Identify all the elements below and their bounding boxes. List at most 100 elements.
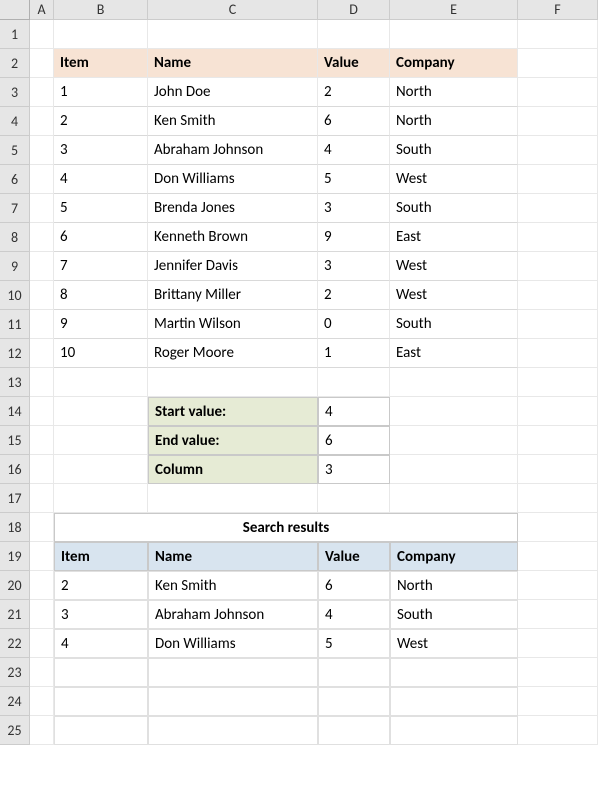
- table1-cell[interactable]: South: [390, 194, 518, 223]
- cell[interactable]: [390, 397, 518, 426]
- cell[interactable]: [518, 165, 598, 194]
- results-cell[interactable]: West: [390, 629, 518, 658]
- table1-cell[interactable]: North: [390, 107, 518, 136]
- row-header-10[interactable]: 10: [0, 281, 30, 310]
- cell[interactable]: [30, 687, 54, 716]
- cell[interactable]: [318, 368, 390, 397]
- cell[interactable]: [518, 368, 598, 397]
- table1-cell[interactable]: 9: [54, 310, 148, 339]
- table1-cell[interactable]: 3: [318, 194, 390, 223]
- results-cell[interactable]: Abraham Johnson: [148, 600, 318, 629]
- table1-cell[interactable]: Abraham Johnson: [148, 136, 318, 165]
- cell[interactable]: [518, 716, 598, 745]
- col-header-F[interactable]: F: [518, 0, 598, 20]
- row-header-4[interactable]: 4: [0, 107, 30, 136]
- results-cell[interactable]: 5: [318, 629, 390, 658]
- results-cell[interactable]: North: [390, 571, 518, 600]
- table1-cell[interactable]: Don Williams: [148, 165, 318, 194]
- cell[interactable]: [54, 455, 148, 484]
- col-header-C[interactable]: C: [148, 0, 318, 20]
- table1-cell[interactable]: 9: [318, 223, 390, 252]
- cell[interactable]: [30, 49, 54, 78]
- results-cell[interactable]: [390, 716, 518, 745]
- row-header-11[interactable]: 11: [0, 310, 30, 339]
- table1-cell[interactable]: 8: [54, 281, 148, 310]
- cell[interactable]: [390, 20, 518, 49]
- cell[interactable]: [390, 455, 518, 484]
- results-cell[interactable]: [390, 658, 518, 687]
- table1-cell[interactable]: North: [390, 78, 518, 107]
- col-header-E[interactable]: E: [390, 0, 518, 20]
- row-header-6[interactable]: 6: [0, 165, 30, 194]
- table1-cell[interactable]: West: [390, 252, 518, 281]
- row-header-2[interactable]: 2: [0, 49, 30, 78]
- row-header-8[interactable]: 8: [0, 223, 30, 252]
- row-header-3[interactable]: 3: [0, 78, 30, 107]
- row-header-9[interactable]: 9: [0, 252, 30, 281]
- row-header-13[interactable]: 13: [0, 368, 30, 397]
- spreadsheet-grid[interactable]: ABCDEF1234567891011121314151617181920212…: [0, 0, 616, 745]
- cell[interactable]: [518, 484, 598, 513]
- cell[interactable]: [30, 426, 54, 455]
- cell[interactable]: [30, 194, 54, 223]
- results-cell[interactable]: Ken Smith: [148, 571, 318, 600]
- table1-cell[interactable]: 1: [318, 339, 390, 368]
- param-value[interactable]: 4: [318, 397, 390, 426]
- row-header-7[interactable]: 7: [0, 194, 30, 223]
- results-cell[interactable]: 4: [318, 600, 390, 629]
- row-header-22[interactable]: 22: [0, 629, 30, 658]
- cell[interactable]: [518, 20, 598, 49]
- cell[interactable]: [518, 542, 598, 571]
- cell[interactable]: [318, 484, 390, 513]
- cell[interactable]: [30, 281, 54, 310]
- results-cell[interactable]: [54, 658, 148, 687]
- cell[interactable]: [30, 600, 54, 629]
- cell[interactable]: [518, 513, 598, 542]
- cell[interactable]: [30, 571, 54, 600]
- row-header-18[interactable]: 18: [0, 513, 30, 542]
- row-header-21[interactable]: 21: [0, 600, 30, 629]
- cell[interactable]: [518, 49, 598, 78]
- table1-cell[interactable]: 2: [318, 78, 390, 107]
- results-cell[interactable]: 2: [54, 571, 148, 600]
- table1-cell[interactable]: 5: [318, 165, 390, 194]
- results-cell[interactable]: [54, 716, 148, 745]
- table1-cell[interactable]: Roger Moore: [148, 339, 318, 368]
- cell[interactable]: [30, 107, 54, 136]
- cell[interactable]: [30, 310, 54, 339]
- cell[interactable]: [518, 281, 598, 310]
- cell[interactable]: [30, 20, 54, 49]
- cell[interactable]: [518, 455, 598, 484]
- cell[interactable]: [30, 397, 54, 426]
- cell[interactable]: [54, 426, 148, 455]
- cell[interactable]: [390, 368, 518, 397]
- row-header-23[interactable]: 23: [0, 658, 30, 687]
- table1-cell[interactable]: Ken Smith: [148, 107, 318, 136]
- results-cell[interactable]: 4: [54, 629, 148, 658]
- cell[interactable]: [518, 426, 598, 455]
- cell[interactable]: [518, 252, 598, 281]
- row-header-24[interactable]: 24: [0, 687, 30, 716]
- table1-cell[interactable]: West: [390, 281, 518, 310]
- table1-cell[interactable]: 2: [54, 107, 148, 136]
- row-header-19[interactable]: 19: [0, 542, 30, 571]
- cell[interactable]: [318, 20, 390, 49]
- cell[interactable]: [30, 78, 54, 107]
- cell[interactable]: [518, 78, 598, 107]
- table1-cell[interactable]: 0: [318, 310, 390, 339]
- table1-cell[interactable]: East: [390, 339, 518, 368]
- table1-cell[interactable]: East: [390, 223, 518, 252]
- table1-cell[interactable]: 3: [318, 252, 390, 281]
- results-cell[interactable]: [54, 687, 148, 716]
- cell[interactable]: [390, 426, 518, 455]
- cell[interactable]: [30, 252, 54, 281]
- col-header-D[interactable]: D: [318, 0, 390, 20]
- cell[interactable]: [518, 658, 598, 687]
- table1-cell[interactable]: Brenda Jones: [148, 194, 318, 223]
- results-cell[interactable]: 6: [318, 571, 390, 600]
- cell[interactable]: [54, 484, 148, 513]
- cell[interactable]: [30, 484, 54, 513]
- table1-cell[interactable]: 4: [54, 165, 148, 194]
- table1-cell[interactable]: South: [390, 136, 518, 165]
- results-cell[interactable]: [318, 658, 390, 687]
